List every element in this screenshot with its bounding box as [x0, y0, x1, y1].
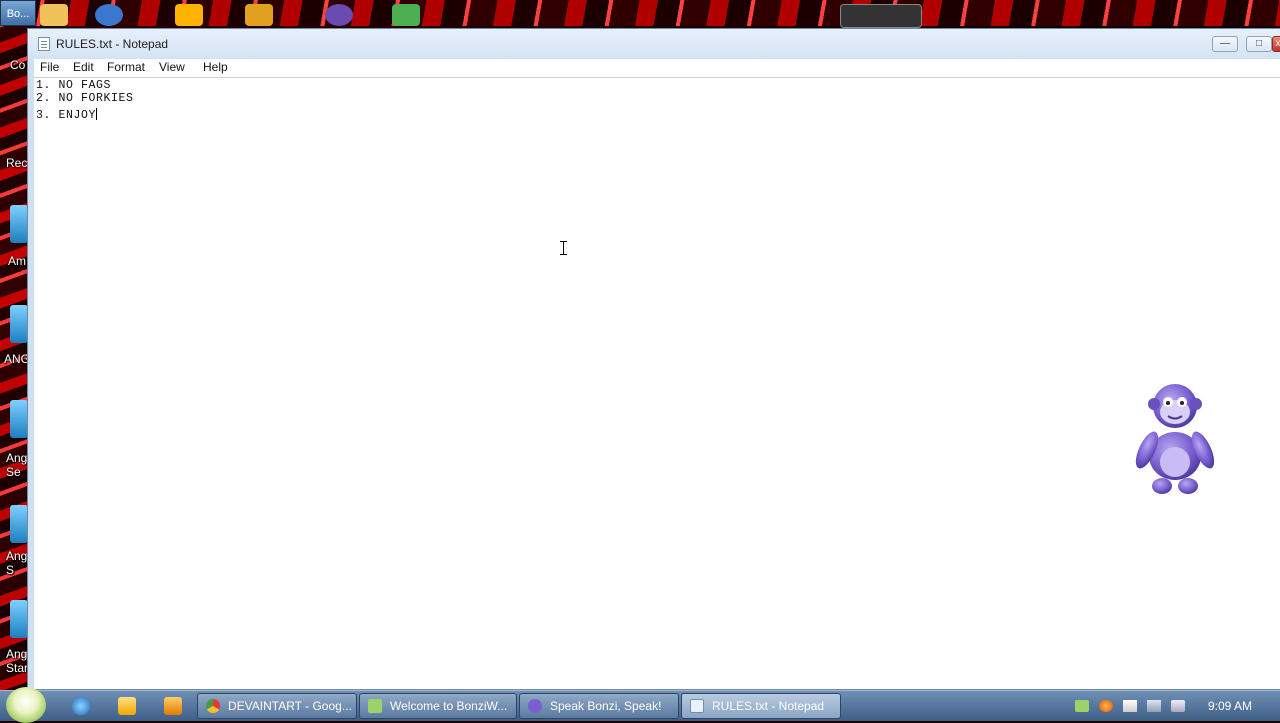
desktop-label-rec: Rec [6, 156, 28, 170]
desktop-icon-am[interactable] [10, 205, 28, 243]
titlebar[interactable]: RULES.txt - Notepad — □ x [28, 29, 1280, 59]
close-button[interactable]: x [1272, 36, 1280, 52]
taskbar-button-label: Speak Bonzi, Speak! [550, 699, 662, 713]
text-caret [96, 108, 98, 120]
ibeam-cursor-icon [560, 241, 568, 255]
taskbar-button-bonziworld[interactable]: Welcome to BonziW... [359, 693, 517, 719]
desktop-label-co: Co [10, 58, 26, 72]
taskbar-button-notepad[interactable]: RULES.txt - Notepad [681, 693, 841, 719]
desktop-icon-ang-se[interactable] [10, 400, 28, 438]
system-clock[interactable]: 9:09 AM [1208, 699, 1252, 713]
chrome-icon [206, 699, 220, 713]
internet-explorer-icon[interactable] [72, 697, 90, 715]
menu-view[interactable]: View [157, 60, 187, 74]
desktop-icon-top-6[interactable] [392, 4, 420, 26]
desktop-label-ang-s: Ang S [6, 549, 28, 577]
bonzi-tray-icon[interactable] [1075, 700, 1089, 712]
desktop-label-ang-se: Ang Se [6, 451, 28, 479]
menu-file[interactable]: File [38, 60, 61, 74]
menu-format[interactable]: Format [105, 60, 147, 74]
maximize-button[interactable]: □ [1246, 36, 1272, 52]
taskbar-button-label: DEVAINTART - Goog... [228, 699, 352, 713]
desktop-icon-top-5[interactable] [325, 4, 353, 26]
search-tray-icon[interactable] [1099, 700, 1113, 712]
start-button[interactable] [6, 687, 46, 723]
taskbar: DEVAINTART - Goog... Welcome to BonziW..… [0, 687, 1280, 723]
desktop-icon-top-7[interactable] [840, 4, 922, 28]
notepad-icon[interactable] [38, 37, 50, 51]
text-line-2: 2. NO FORKIES [36, 92, 134, 105]
notepad-icon [690, 699, 704, 713]
desktop-icon-ang[interactable] [10, 305, 28, 343]
desktop-left-strip [0, 0, 30, 690]
taskbar-button-label: RULES.txt - Notepad [712, 699, 825, 713]
desktop-icon-top-3[interactable] [175, 4, 203, 26]
desktop-icon-top-4[interactable] [245, 4, 273, 26]
desktop-icon-top-2[interactable] [95, 4, 123, 26]
taskbar-button-chrome[interactable]: DEVAINTART - Goog... [197, 693, 357, 719]
bonzi-head-icon [528, 699, 542, 713]
menu-edit[interactable]: Edit [71, 60, 96, 74]
text-editor-area[interactable]: 1. NO FAGS 2. NO FORKIES 3. ENJOY [34, 77, 1280, 689]
action-center-flag-icon[interactable] [1123, 700, 1137, 712]
bonzi-app-icon [368, 699, 382, 713]
menu-bar: File Edit Format View Help [34, 59, 1280, 78]
desktop-icon-ang-star[interactable] [10, 600, 28, 638]
menu-help[interactable]: Help [201, 60, 230, 74]
desktop-pinned-tab[interactable]: Bo... [0, 0, 36, 26]
desktop-label-ang-star: Ang Star [6, 647, 29, 675]
taskbar-button-speak-bonzi[interactable]: Speak Bonzi, Speak! [519, 693, 679, 719]
window-title: RULES.txt - Notepad [56, 37, 169, 51]
bonzi-buddy-character[interactable] [1132, 380, 1218, 496]
media-player-icon[interactable] [164, 697, 182, 715]
desktop-icon-top-1[interactable] [40, 4, 68, 26]
folder-icon[interactable] [118, 697, 136, 715]
text-line-1: 1. NO FAGS [36, 79, 112, 92]
notepad-window: RULES.txt - Notepad — □ x File Edit Form… [27, 28, 1280, 690]
volume-icon[interactable] [1171, 700, 1185, 712]
desktop-label-am: Am [8, 254, 26, 268]
network-icon[interactable] [1147, 700, 1161, 712]
minimize-button[interactable]: — [1212, 36, 1238, 52]
taskbar-button-label: Welcome to BonziW... [390, 699, 508, 713]
text-line-3: 3. ENJOY [36, 109, 97, 122]
desktop-icon-ang-s[interactable] [10, 505, 28, 543]
text-line-3-wrapper: 3. ENJOY [36, 105, 98, 123]
